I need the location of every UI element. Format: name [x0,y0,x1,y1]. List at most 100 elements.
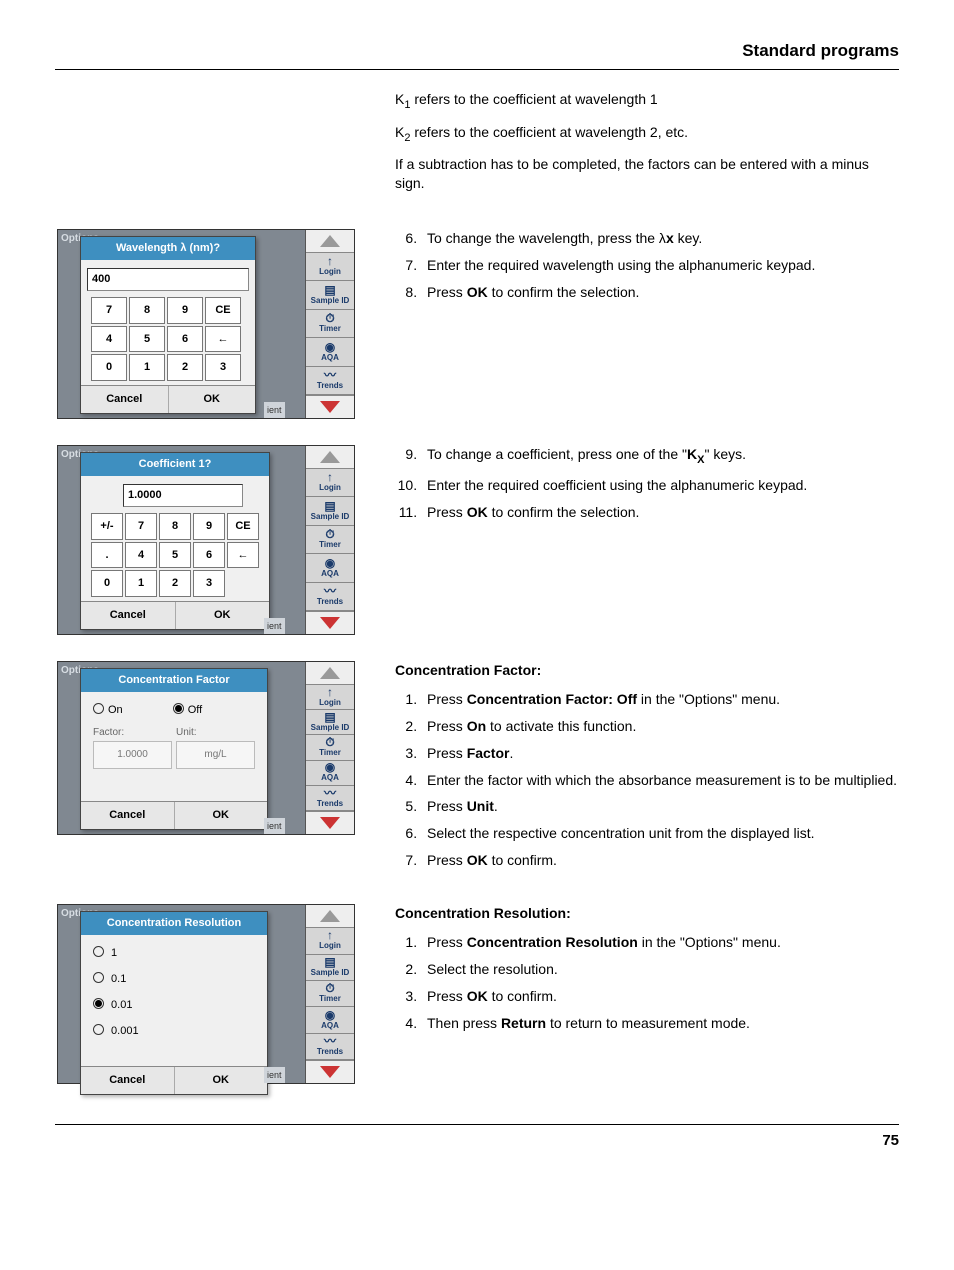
page-number: 75 [55,1124,899,1151]
sidebar-item-login[interactable]: ↑Login [306,685,354,710]
radio-resolution-0.01[interactable]: 0.01 [93,997,255,1013]
factor-field[interactable]: 1.0000 [93,741,172,769]
unit-field[interactable]: mg/L [176,741,255,769]
step-item: Select the resolution. [421,960,899,979]
sidebar-item-trends[interactable]: 〰Trends [306,367,354,395]
ok-button[interactable]: OK [175,802,268,829]
sidebar-item-timer[interactable]: ⏱Timer [306,981,354,1007]
sidebar-item-login[interactable]: ↑Login [306,928,354,954]
step-item: Enter the required wavelength using the … [421,256,899,275]
step-item: To change a coefficient, press one of th… [421,445,899,468]
scroll-up-icon[interactable] [306,905,354,928]
dialog-title: Concentration Factor [81,669,267,692]
cancel-button[interactable]: Cancel [81,386,169,413]
radio-off[interactable]: Off [173,702,202,718]
sidebar-item-timer[interactable]: ⏱Timer [306,526,354,554]
sidebar-item-login[interactable]: ↑Login [306,469,354,497]
cancel-button[interactable]: Cancel [81,602,176,629]
key-0[interactable]: 0 [91,354,127,381]
scroll-up-icon[interactable] [306,662,354,685]
scroll-down-icon[interactable] [306,395,354,418]
dialog-title: Concentration Resolution [81,912,267,935]
steps-coefficient: To change a coefficient, press one of th… [395,445,899,521]
sidebar-item-sample-id[interactable]: ▤Sample ID [306,710,354,735]
key-8[interactable]: 8 [129,297,165,324]
sidebar-item-sample-id[interactable]: ▤Sample ID [306,497,354,525]
screenshot-wavelength-keypad: Options Wavelength λ (nm)? 400 789CE456←… [57,229,355,419]
step-item: Press OK to confirm the selection. [421,283,899,302]
sidebar-item-login[interactable]: ↑Login [306,253,354,281]
step-item: Press OK to confirm. [421,851,899,870]
sidebar-item-aqa[interactable]: ◉AQA [306,554,354,582]
cancel-button[interactable]: Cancel [81,802,175,829]
key-←[interactable]: ← [205,326,241,353]
coefficient-input[interactable]: 1.0000 [123,484,243,507]
key-2[interactable]: 2 [167,354,203,381]
wavelength-input[interactable]: 400 [87,268,249,291]
scroll-down-icon[interactable] [306,811,354,834]
key-.[interactable]: . [91,542,123,569]
sidebar-item-aqa[interactable]: ◉AQA [306,761,354,786]
radio-resolution-0.001[interactable]: 0.001 [93,1023,255,1039]
key-CE[interactable]: CE [205,297,241,324]
page-header: Standard programs [55,40,899,70]
key-6[interactable]: 6 [193,542,225,569]
step-item: Enter the factor with which the absorban… [421,771,899,790]
dialog-title: Coefficient 1? [81,453,269,476]
sidebar-item-sample-id[interactable]: ▤Sample ID [306,281,354,309]
sidebar-item-trends[interactable]: 〰Trends [306,583,354,611]
intro-text: K1 refers to the coefficient at waveleng… [395,90,899,203]
sidebar-item-aqa[interactable]: ◉AQA [306,1007,354,1033]
key-9[interactable]: 9 [193,513,225,540]
scroll-up-icon[interactable] [306,446,354,469]
scroll-up-icon[interactable] [306,230,354,253]
radio-resolution-0.1[interactable]: 0.1 [93,971,255,987]
sidebar-item-trends[interactable]: 〰Trends [306,1034,354,1060]
key-CE[interactable]: CE [227,513,259,540]
step-item: To change the wavelength, press the λx k… [421,229,899,248]
sidebar-item-trends[interactable]: 〰Trends [306,786,354,811]
key-3[interactable]: 3 [205,354,241,381]
key-4[interactable]: 4 [125,542,157,569]
key-6[interactable]: 6 [167,326,203,353]
sidebar-item-sample-id[interactable]: ▤Sample ID [306,955,354,981]
ok-button[interactable]: OK [175,1067,268,1094]
step-item: Select the respective concentration unit… [421,824,899,843]
steps-wavelength: To change the wavelength, press the λx k… [395,229,899,302]
key-5[interactable]: 5 [129,326,165,353]
step-item: Press Concentration Factor: Off in the "… [421,690,899,709]
key-5[interactable]: 5 [159,542,191,569]
step-item: Press OK to confirm the selection. [421,503,899,522]
steps-conc-res: Press Concentration Resolution in the "O… [395,933,899,1033]
sidebar-item-timer[interactable]: ⏱Timer [306,735,354,760]
cancel-button[interactable]: Cancel [81,1067,175,1094]
conc-factor-heading: Concentration Factor: [395,662,541,678]
key-4[interactable]: 4 [91,326,127,353]
step-item: Press On to activate this function. [421,717,899,736]
key-8[interactable]: 8 [159,513,191,540]
key-7[interactable]: 7 [125,513,157,540]
scroll-down-icon[interactable] [306,611,354,634]
key-2[interactable]: 2 [159,570,191,597]
steps-conc-factor: Press Concentration Factor: Off in the "… [395,690,899,870]
key-9[interactable]: 9 [167,297,203,324]
screenshot-concentration-resolution: Options Concentration Resolution 1 0.1 0… [57,904,355,1084]
key-1[interactable]: 1 [129,354,165,381]
scroll-down-icon[interactable] [306,1060,354,1083]
key-+/-[interactable]: +/- [91,513,123,540]
sidebar-item-aqa[interactable]: ◉AQA [306,338,354,366]
sidebar-item-timer[interactable]: ⏱Timer [306,310,354,338]
key-1[interactable]: 1 [125,570,157,597]
key-0[interactable]: 0 [91,570,123,597]
ok-button[interactable]: OK [169,386,256,413]
key-7[interactable]: 7 [91,297,127,324]
screenshot-coefficient-keypad: Options Coefficient 1? 1.0000 +/-789CE.4… [57,445,355,635]
radio-on[interactable]: On [93,702,123,718]
key-←[interactable]: ← [227,542,259,569]
step-item: Then press Return to return to measureme… [421,1014,899,1033]
ok-button[interactable]: OK [176,602,270,629]
step-item: Press Concentration Resolution in the "O… [421,933,899,952]
key-3[interactable]: 3 [193,570,225,597]
conc-res-heading: Concentration Resolution: [395,905,571,921]
radio-resolution-1[interactable]: 1 [93,945,255,961]
